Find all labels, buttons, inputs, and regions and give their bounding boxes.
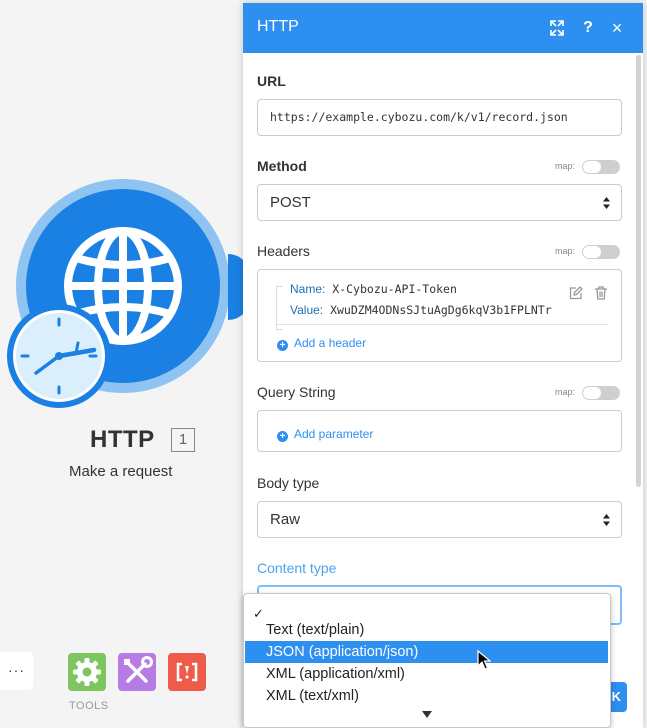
add-header-label: Add a header [294,336,367,350]
query-map-label: map: [555,387,576,397]
header-name-value: X-Cybozu-API-Token [332,282,457,296]
mouse-cursor-icon [477,650,491,670]
method-label: Method [257,158,307,174]
method-map-toggle[interactable] [582,160,620,174]
header-value-value: XwuDZM4ODNsSJtuAgDg6kqV3b1FPLNTr [330,303,552,317]
body-type-select[interactable]: Raw [257,501,622,538]
dropdown-option-xml-application[interactable]: XML (application/xml) [245,663,608,685]
dropdown-option-empty[interactable]: ✓ [245,597,608,621]
panel-title: HTTP [257,18,299,35]
select-arrows-icon [603,197,610,209]
plus-circle-icon: + [277,431,288,442]
http-module[interactable]: HTTP 1 Make a request [0,0,250,728]
query-map-toggle[interactable] [582,386,620,400]
query-string-label: Query String [257,384,336,400]
more-button[interactable]: ··· [0,652,33,690]
header-name-key: Name: [290,282,326,296]
wrench-screwdriver-icon [124,656,153,683]
help-icon[interactable]: ? [578,17,598,39]
close-icon[interactable]: × [607,17,627,39]
gear-icon [73,658,101,686]
header-name-row[interactable]: Name: X-Cybozu-API-Token [290,282,457,296]
select-arrows-icon [603,514,610,526]
dropdown-option-json[interactable]: JSON (application/json) [245,641,608,663]
panel-scrollbar[interactable] [636,55,641,487]
plus-circle-icon: + [277,340,288,351]
add-parameter-link[interactable]: + Add parameter [277,427,373,442]
body-type-value: Raw [270,511,301,528]
headers-map-toggle[interactable] [582,245,620,259]
header-value-row[interactable]: Value: XwuDZM4ODNsSJtuAgDg6kqV3b1FPLNTr [290,303,552,317]
method-select[interactable]: POST [257,184,622,221]
scroll-down-arrow-icon[interactable] [422,711,432,718]
tools-label: TOOLS [69,700,109,712]
panel-header: HTTP ? × [243,3,643,53]
module-subtitle: Make a request [69,463,173,480]
add-parameter-label: Add parameter [294,427,374,441]
tool-bracket-button[interactable] [168,653,206,691]
headers-box: Name: X-Cybozu-API-Token Value: XwuDZM4O… [257,269,622,362]
body-type-label: Body type [257,475,320,491]
method-map-label: map: [555,161,576,171]
dropdown-option-xml-text[interactable]: XML (text/xml) [245,685,608,707]
headers-label: Headers [257,243,310,259]
content-type-dropdown: ✓ Text (text/plain) JSON (application/js… [243,593,611,728]
tool-wrench-button[interactable] [118,653,156,691]
headers-map-label: map: [555,246,576,256]
tool-gear-button[interactable] [68,653,106,691]
url-label: URL [257,73,286,89]
edit-icon[interactable] [569,286,583,300]
module-title: HTTP [90,426,155,453]
dropdown-option-text-plain[interactable]: Text (text/plain) [245,619,608,641]
expand-icon[interactable] [547,17,567,39]
content-type-label: Content type [257,560,337,576]
add-header-link[interactable]: + Add a header [277,336,366,351]
module-id-badge: 1 [171,428,195,452]
method-value: POST [270,194,311,211]
query-string-box: + Add parameter [257,410,622,452]
header-value-key: Value: [290,303,324,317]
clock-icon[interactable] [13,310,105,402]
trash-icon[interactable] [595,286,607,300]
bracket-icon [176,662,198,682]
header-divider [275,324,608,325]
url-input[interactable]: https://example.cybozu.com/k/v1/record.j… [257,99,622,136]
